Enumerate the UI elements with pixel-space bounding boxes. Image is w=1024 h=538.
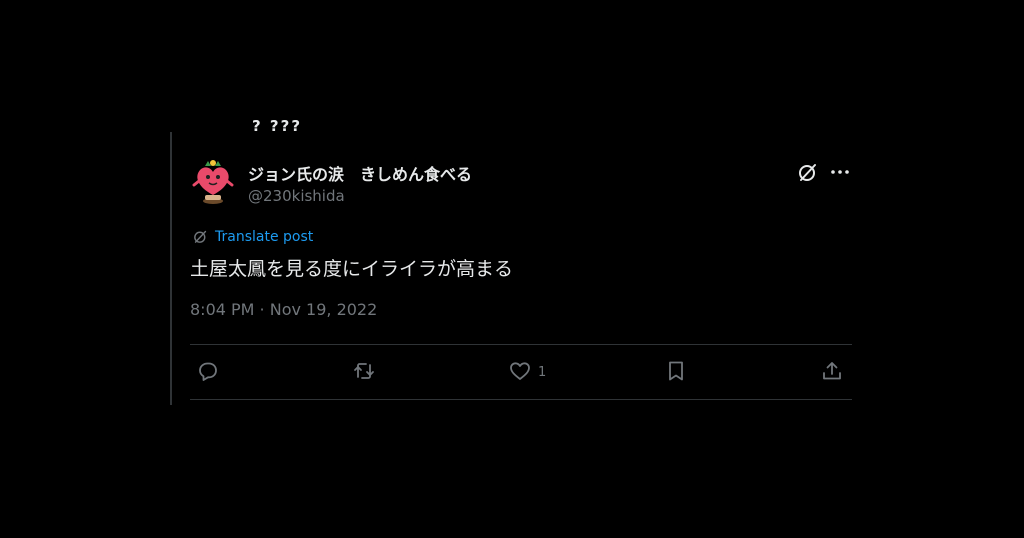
thread-connector-line (170, 132, 172, 405)
repost-button[interactable] (352, 359, 382, 383)
bookmark-icon (669, 361, 683, 381)
grok-icon (799, 164, 816, 181)
like-count: 1 (538, 364, 547, 380)
tweet-timestamp[interactable]: 8:04 PM · Nov 19, 2022 (190, 300, 377, 319)
previous-tweet-text: ? ??? (252, 120, 303, 132)
avatar[interactable] (190, 157, 236, 207)
heart-icon (510, 362, 530, 380)
translate-icon (194, 230, 207, 243)
author-handle[interactable]: @230kishida (248, 187, 345, 205)
author-name[interactable]: ジョン氏の涙 きしめん食べる (248, 161, 472, 185)
action-bar: 1 (190, 357, 852, 387)
screen: ? ??? ジョン氏の涙 きしめん食べる @230kishida Transla… (0, 0, 1024, 538)
grok-button[interactable] (796, 160, 820, 184)
previous-tweet-cutoff: ? ??? (252, 120, 312, 132)
bookmark-button[interactable] (664, 359, 688, 383)
reply-button[interactable] (196, 359, 226, 383)
more-icon (831, 170, 849, 174)
mascot-avatar-icon (192, 160, 234, 204)
divider (190, 344, 852, 345)
share-icon (823, 362, 841, 380)
tweet: ジョン氏の涙 きしめん食べる @230kishida Translate pos… (190, 155, 852, 405)
tweet-text: 土屋太鳳を見る度にイライラが高まる (190, 258, 514, 280)
like-button[interactable]: 1 (508, 359, 546, 383)
more-options-button[interactable] (828, 160, 852, 184)
translate-label: Translate post (215, 228, 314, 245)
repost-icon (354, 363, 374, 379)
share-button[interactable] (820, 359, 844, 383)
translate-post-link[interactable]: Translate post (192, 228, 313, 245)
reply-icon (199, 362, 217, 381)
divider (190, 399, 852, 400)
